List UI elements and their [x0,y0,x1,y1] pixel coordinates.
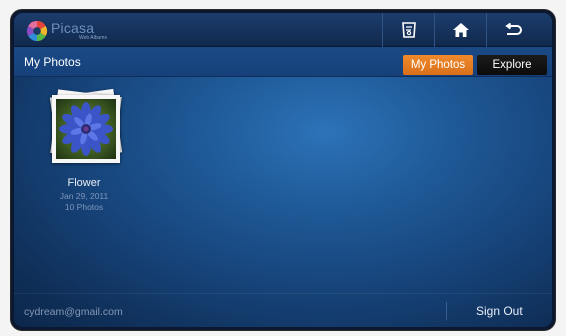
header-bar: My Photos My Photos Explore [14,47,552,77]
settings-button[interactable] [382,13,434,47]
sign-out-button[interactable]: Sign Out [476,304,523,318]
footer-divider [446,302,447,320]
album-date: Jan 29, 2011 [59,191,109,201]
account-email: cydream@gmail.com [24,306,123,318]
flower-photo [56,99,116,159]
page-title: My Photos [24,55,81,69]
device-frame: Picasa Web Albums My Photos My Photos Ex… [0,0,566,336]
top-bar: Picasa Web Albums [14,13,552,47]
album-tile-flower[interactable]: Flower Jan 29, 2011 10 Photos [32,87,136,213]
home-icon [452,23,469,37]
app-logo: Picasa Web Albums [26,19,107,43]
screen-bezel: Picasa Web Albums My Photos My Photos Ex… [10,9,556,331]
album-thumbnail[interactable] [32,87,136,167]
album-photo-count: 10 Photos [64,202,104,212]
logo-subtitle: Web Albums [79,35,107,41]
tab-explore[interactable]: Explore [477,55,547,75]
back-button[interactable] [486,13,538,47]
settings-icon [401,22,416,38]
album-cover [52,95,120,163]
home-button[interactable] [434,13,486,47]
back-icon [504,23,522,35]
picasa-logo-icon [26,20,48,42]
tab-my-photos[interactable]: My Photos [403,55,473,75]
logo-title: Picasa [51,20,95,36]
app-screen: Picasa Web Albums My Photos My Photos Ex… [14,13,552,327]
footer-bar: cydream@gmail.com Sign Out [14,293,552,327]
album-name: Flower [67,177,101,189]
